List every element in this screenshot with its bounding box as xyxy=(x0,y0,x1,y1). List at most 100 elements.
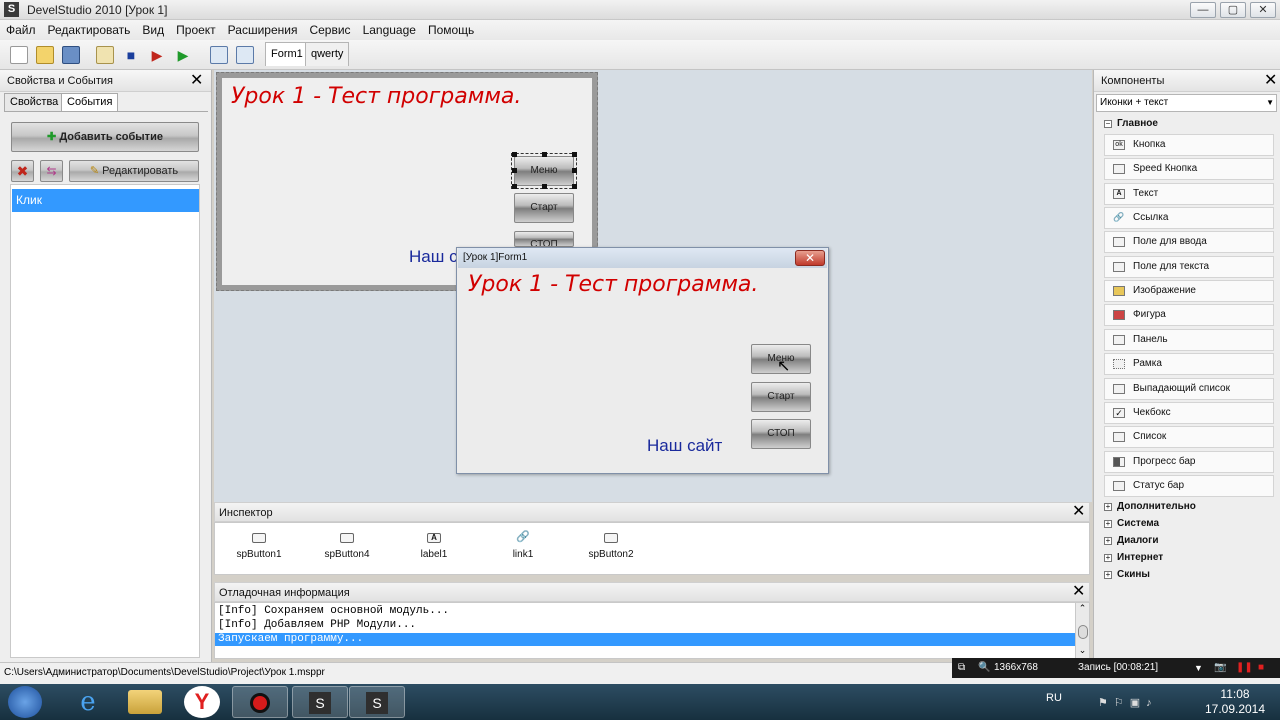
design-site-label[interactable]: Наш с xyxy=(409,247,458,267)
component-combobox[interactable]: Выпадающий список xyxy=(1104,378,1274,400)
camera-icon[interactable]: 📷 xyxy=(1214,658,1226,678)
inspector-item[interactable]: spButton2 xyxy=(571,533,651,560)
menu-language[interactable]: Language xyxy=(357,20,422,40)
close-icon[interactable]: ✕ xyxy=(190,72,203,90)
group-main[interactable]: − Главное xyxy=(1103,116,1158,132)
group-dialogs[interactable]: + Диалоги xyxy=(1103,533,1158,549)
scroll-down-icon[interactable]: ⌄ xyxy=(1076,645,1089,655)
component-text[interactable]: A Текст xyxy=(1104,183,1274,205)
component-list[interactable]: Список xyxy=(1104,426,1274,448)
yandex-browser-icon[interactable]: Y xyxy=(184,686,220,718)
resize-handle[interactable] xyxy=(512,152,517,157)
save-icon[interactable] xyxy=(62,46,80,64)
new-file-icon[interactable] xyxy=(10,46,28,64)
add-event-button[interactable]: ✚ Добавить событие xyxy=(11,122,199,152)
component-speed-button[interactable]: Speed Кнопка xyxy=(1104,158,1274,180)
stop-icon[interactable]: ■ xyxy=(122,46,140,64)
view-mode-select[interactable]: Иконки + текст ▼ xyxy=(1096,94,1277,112)
menu-view[interactable]: Вид xyxy=(136,20,170,40)
component-panel[interactable]: Панель xyxy=(1104,329,1274,351)
component-link[interactable]: 🔗 Ссылка xyxy=(1104,207,1274,229)
window-icon[interactable]: ⧉ xyxy=(958,658,965,678)
debug-log[interactable]: [Info] Сохраняем основной модуль... [Inf… xyxy=(214,602,1076,659)
component-image[interactable]: Изображение xyxy=(1104,280,1274,302)
tray-icons[interactable]: ⚑⚐▣♪ xyxy=(1098,696,1178,710)
minimize-button[interactable]: — xyxy=(1190,2,1216,18)
recorder-task[interactable] xyxy=(232,686,288,718)
design-start-button[interactable]: Старт xyxy=(514,193,574,223)
component-progressbar[interactable]: Прогресс бар xyxy=(1104,451,1274,473)
tab-events[interactable]: События xyxy=(61,93,119,112)
component-button[interactable]: ok Кнопка xyxy=(1104,134,1274,156)
component-input[interactable]: Поле для ввода xyxy=(1104,231,1274,253)
group-internet[interactable]: + Интернет xyxy=(1103,550,1163,566)
resize-handle[interactable] xyxy=(572,184,577,189)
menu-project[interactable]: Проект xyxy=(170,20,222,40)
resize-handle[interactable] xyxy=(542,152,547,157)
tab-properties[interactable]: Свойства xyxy=(4,93,65,111)
running-stop-button[interactable]: СТОП xyxy=(751,419,811,449)
inspector-item[interactable]: Alabel1 xyxy=(394,533,474,560)
resize-handle[interactable] xyxy=(512,168,517,173)
tab-qwerty[interactable]: qwerty xyxy=(305,42,350,66)
resize-handle[interactable] xyxy=(572,168,577,173)
component-checkbox[interactable]: ✓ Чекбокс xyxy=(1104,402,1274,424)
resize-handle[interactable] xyxy=(542,184,547,189)
start-button[interactable] xyxy=(8,686,42,718)
component-frame[interactable]: Рамка xyxy=(1104,353,1274,375)
component-statusbar[interactable]: Статус бар xyxy=(1104,475,1274,497)
delete-event-icon[interactable]: ✖ xyxy=(11,160,34,182)
group-system[interactable]: + Система xyxy=(1103,516,1159,532)
maximize-button[interactable]: ▢ xyxy=(1220,2,1246,18)
develstudio-task-2[interactable]: S xyxy=(349,686,405,718)
add-form-icon[interactable] xyxy=(210,46,228,64)
close-button[interactable]: ✕ xyxy=(1250,2,1276,18)
inspector-item[interactable]: spButton4 xyxy=(307,533,387,560)
events-list[interactable] xyxy=(10,184,200,658)
resize-handle[interactable] xyxy=(572,152,577,157)
open-folder-icon[interactable] xyxy=(36,46,54,64)
menu-service[interactable]: Сервис xyxy=(303,20,356,40)
group-skins[interactable]: + Скины xyxy=(1103,567,1150,583)
inspector-close-icon[interactable]: ✕ xyxy=(1072,503,1085,521)
tab-form1[interactable]: Form1 xyxy=(265,42,309,66)
develstudio-task[interactable]: S xyxy=(292,686,348,718)
running-form-close-button[interactable]: ✕ xyxy=(795,250,825,266)
component-shape[interactable]: Фигура xyxy=(1104,304,1274,326)
remove-form-icon[interactable] xyxy=(236,46,254,64)
running-start-button[interactable]: Старт xyxy=(751,382,811,412)
resize-handle[interactable] xyxy=(512,184,517,189)
inspector-item[interactable]: 🔗 link1 xyxy=(483,532,563,561)
stop-record-icon[interactable]: ■ xyxy=(1258,658,1264,678)
menu-extensions[interactable]: Расширения xyxy=(222,20,304,40)
debug-run-icon[interactable]: ▶ xyxy=(148,46,166,64)
explorer-icon[interactable] xyxy=(128,690,162,714)
running-site-label[interactable]: Наш сайт xyxy=(647,436,722,456)
edit-event-button[interactable]: ✎ Редактировать xyxy=(69,160,199,182)
menu-help[interactable]: Помощь xyxy=(422,20,480,40)
clock-time[interactable]: 11:08 xyxy=(1205,687,1265,701)
menu-file[interactable]: Файл xyxy=(0,20,42,40)
ie-icon[interactable]: e xyxy=(70,686,106,718)
edit-form-icon[interactable] xyxy=(96,46,114,64)
inspector-item[interactable]: spButton1 xyxy=(219,533,299,560)
component-textarea[interactable]: Поле для текста xyxy=(1104,256,1274,278)
run-icon[interactable]: ▶ xyxy=(174,46,192,64)
pause-icon[interactable]: ❚❚ xyxy=(1236,658,1253,678)
design-title-label[interactable]: Урок 1 - Тест программа. xyxy=(231,84,521,109)
debug-scrollbar[interactable]: ⌃ ⌄ xyxy=(1075,602,1090,659)
design-stop-button[interactable]: СТОП xyxy=(514,231,574,247)
debug-close-icon[interactable]: ✕ xyxy=(1072,583,1085,601)
components-close-icon[interactable]: ✕ xyxy=(1264,72,1277,90)
clock-date[interactable]: 17.09.2014 xyxy=(1199,702,1271,716)
change-event-icon[interactable]: ⇆ xyxy=(40,160,63,182)
language-indicator[interactable]: RU xyxy=(1046,692,1062,704)
scroll-thumb[interactable] xyxy=(1077,625,1088,639)
scroll-up-icon[interactable]: ⌃ xyxy=(1076,603,1089,613)
event-item-click[interactable]: Клик xyxy=(12,189,199,212)
menu-edit[interactable]: Редактировать xyxy=(42,20,137,40)
group-additional[interactable]: + Дополнительно xyxy=(1103,499,1196,515)
zoom-icon[interactable]: 🔍 xyxy=(978,658,990,678)
text-icon: A xyxy=(1113,189,1125,199)
dropdown-icon[interactable]: ▼ xyxy=(1194,658,1203,678)
